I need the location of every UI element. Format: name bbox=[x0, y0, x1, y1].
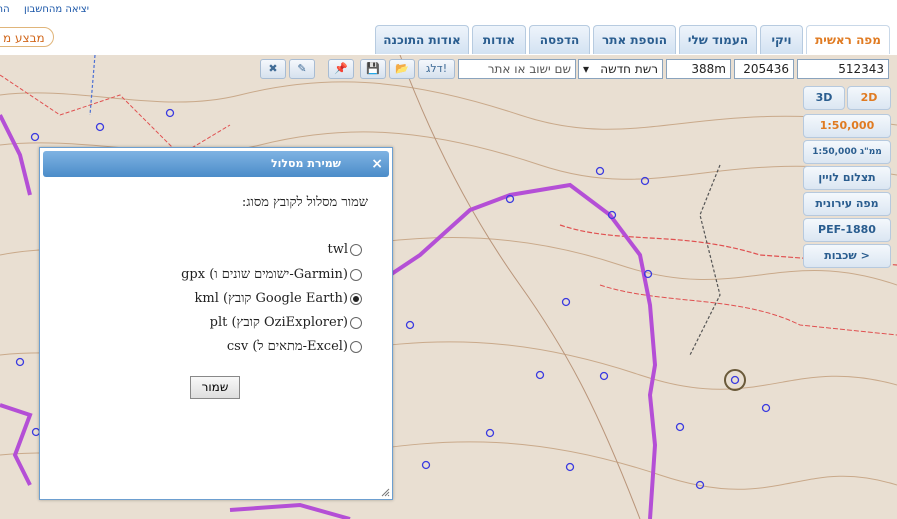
option-plt[interactable]: plt (קובץ OziExplorer) bbox=[210, 314, 362, 330]
option-label: gpx (ישומים שונים ו-Garmin) bbox=[181, 267, 348, 282]
dialog-title-bar: שמירת מסלול × bbox=[43, 151, 389, 177]
coord-y-field[interactable]: 512343 bbox=[797, 59, 889, 79]
close-icon[interactable]: ✖ bbox=[260, 59, 286, 79]
pef-button[interactable]: PEF-1880 bbox=[803, 218, 891, 242]
option-twl[interactable]: twl bbox=[327, 242, 362, 257]
satellite-button[interactable]: תצלום לויין bbox=[803, 166, 891, 190]
mode-2d-button[interactable]: 2D bbox=[847, 86, 891, 110]
pin-icon[interactable]: 📌 bbox=[328, 59, 354, 79]
dialog-prompt: שמור מסלול לקובץ מסוג: bbox=[241, 195, 368, 210]
option-label: kml (קובץ Google Earth) bbox=[194, 291, 348, 306]
close-icon[interactable]: × bbox=[371, 151, 383, 177]
radio-button[interactable] bbox=[350, 340, 362, 353]
radio-button[interactable] bbox=[350, 243, 362, 256]
chevron-down-icon: ▾ bbox=[583, 62, 590, 76]
tab-wiki[interactable]: ויקי bbox=[760, 25, 803, 54]
top-bar: התח יציאה מהחשבון bbox=[0, 0, 897, 22]
option-label: csv (מתאים ל-Excel) bbox=[226, 339, 348, 354]
radio-button-selected[interactable] bbox=[350, 292, 362, 305]
radio-button[interactable] bbox=[350, 268, 362, 281]
option-csv[interactable]: csv (מתאים ל-Excel) bbox=[227, 338, 362, 354]
tab-my-page[interactable]: העמוד שלי bbox=[679, 25, 757, 54]
tab-about-software[interactable]: אודות התוכנה bbox=[375, 25, 469, 54]
tab-bar: מפה ראשית ויקי העמוד שלי הוספת אתר הדפסה… bbox=[0, 25, 897, 55]
save-icon[interactable]: 💾 bbox=[360, 59, 386, 79]
skip-button[interactable]: דלג! bbox=[418, 59, 455, 79]
save-button[interactable]: שמור bbox=[190, 376, 240, 399]
pencil-icon[interactable]: ✎ bbox=[289, 59, 315, 79]
city-map-button[interactable]: מפה עירונית bbox=[803, 192, 891, 216]
logout-link[interactable]: יציאה מהחשבון bbox=[24, 4, 89, 15]
resize-handle-icon[interactable] bbox=[380, 487, 390, 497]
option-kml[interactable]: kml (קובץ Google Earth) bbox=[194, 290, 362, 306]
coord-x-field[interactable]: 205436 bbox=[734, 59, 794, 79]
grid-select-value: רשת חדשה bbox=[600, 62, 658, 76]
tab-main-map[interactable]: מפה ראשית bbox=[806, 25, 890, 54]
folder-icon[interactable]: 📂 bbox=[389, 59, 415, 79]
connect-link[interactable]: התח bbox=[0, 4, 10, 15]
scale-mm-button[interactable]: 1:50,000 ממ"ג bbox=[803, 140, 891, 164]
grid-select[interactable]: רשת חדשה ▾ bbox=[578, 59, 663, 79]
tab-about[interactable]: אודות bbox=[472, 25, 526, 54]
dialog-title: שמירת מסלול bbox=[270, 157, 341, 170]
search-input[interactable]: שם ישוב או אתר bbox=[458, 59, 576, 79]
mode-3d-button[interactable]: 3D bbox=[803, 86, 845, 110]
scale-button[interactable]: 1:50,000 bbox=[803, 114, 891, 138]
option-gpx[interactable]: gpx (ישומים שונים ו-Garmin) bbox=[181, 266, 362, 282]
radio-button[interactable] bbox=[350, 316, 362, 329]
tab-add-site[interactable]: הוספת אתר bbox=[593, 25, 676, 54]
layers-button[interactable]: שכבות > bbox=[803, 244, 891, 268]
elevation-field[interactable]: 388m bbox=[666, 59, 731, 79]
option-label: twl bbox=[327, 242, 348, 257]
tab-print[interactable]: הדפסה bbox=[529, 25, 590, 54]
save-route-dialog: שמירת מסלול × שמור מסלול לקובץ מסוג: twl… bbox=[39, 147, 393, 500]
option-label: plt (קובץ OziExplorer) bbox=[209, 315, 348, 330]
